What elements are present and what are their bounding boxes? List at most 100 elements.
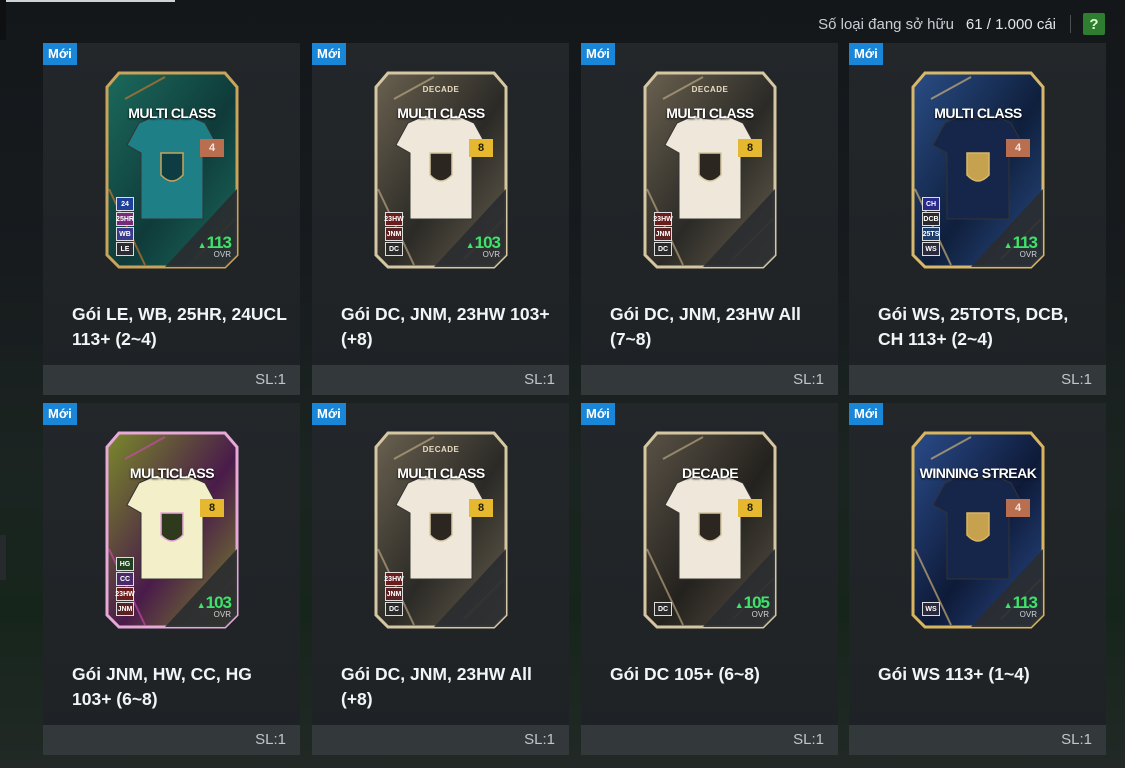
position-tag: LE <box>116 242 134 256</box>
position-tags: 23HW JNM DC <box>653 212 673 256</box>
pack-card[interactable]: DECADE MULTI CLASS 8 23HW JNM DC <box>374 429 508 629</box>
new-badge: Mới <box>849 403 883 425</box>
card-level: 4 <box>1006 139 1030 157</box>
quantity-label: SL:1 <box>255 731 286 748</box>
position-tag: DC <box>654 602 672 616</box>
pack-tile[interactable]: Mới MULTI CLASS 4 CH DCB 25TS WS ▲113 OVR <box>849 43 1106 395</box>
position-tag: 24 <box>116 197 134 211</box>
position-tag: 23HW <box>384 212 404 226</box>
quantity-label: SL:1 <box>524 371 555 388</box>
position-tag: CC <box>116 572 134 586</box>
left-edge-decoration <box>0 0 6 40</box>
position-tags: 24 25HR WB LE <box>116 197 134 256</box>
ovr-rating: ▲113 OVR <box>197 233 232 259</box>
card-title: MULTI CLASS <box>666 105 754 121</box>
top-scroll-indicator <box>0 0 175 2</box>
pack-tile[interactable]: Mới DECADE MULTI CLASS 8 23HW JNM DC Gói D… <box>312 403 569 755</box>
new-badge: Mới <box>43 43 77 65</box>
quantity-label: SL:1 <box>1061 731 1092 748</box>
pack-name: Gói DC, JNM, 23HW All (7~8) <box>610 304 801 349</box>
position-tag: CH <box>922 197 940 211</box>
position-tag: HG <box>116 557 134 571</box>
pack-card[interactable]: MULTI CLASS 4 CH DCB 25TS WS ▲113 OVR <box>911 69 1045 269</box>
card-subtitle: DECADE <box>691 85 729 94</box>
card-title: MULTI CLASS <box>397 105 485 121</box>
divider <box>1070 15 1071 33</box>
card-title: MULTI CLASS <box>128 105 216 121</box>
up-arrow-icon: ▲ <box>196 600 206 610</box>
quantity-label: SL:1 <box>524 731 555 748</box>
card-level: 8 <box>200 499 224 517</box>
pack-name: Gói DC, JNM, 23HW 103+ (+8) <box>341 304 550 349</box>
pack-name: Gói LE, WB, 25HR, 24UCL 113+ (2~4) <box>72 304 287 349</box>
pack-name: Gói DC 105+ (6~8) <box>610 664 760 684</box>
position-tag: DCB <box>922 212 940 226</box>
position-tag: WS <box>922 602 940 616</box>
pack-card[interactable]: DECADE MULTI CLASS 8 23HW JNM DC <box>643 69 777 269</box>
card-level: 8 <box>738 139 762 157</box>
card-level: 4 <box>200 139 224 157</box>
pack-tile[interactable]: Mới WINNING STREAK 4 WS ▲113 OVR Gói WS … <box>849 403 1106 755</box>
pack-card[interactable]: DECADE MULTI CLASS 8 23HW JNM DC ▲103 OVR <box>374 69 508 269</box>
position-tag: JNM <box>385 587 403 601</box>
ownership-bar: Số loại đang sở hữu 61 / 1.000 cái ? <box>818 12 1105 36</box>
new-badge: Mới <box>312 43 346 65</box>
pack-name: Gói WS, 25TOTS, DCB, CH 113+ (2~4) <box>878 304 1069 349</box>
pack-tile[interactable]: Mới DECADE 8 DC ▲105 OVR Gói DC 105+ (6~… <box>581 403 838 755</box>
new-badge: Mới <box>312 403 346 425</box>
position-tag: JNM <box>654 227 672 241</box>
position-tag: 23HW <box>653 212 673 226</box>
pack-tile[interactable]: Mới MULTICLASS 8 HGCC23HWJNM ▲103 OVR <box>43 403 300 755</box>
position-tags: WS <box>922 602 940 616</box>
card-title: MULTI CLASS <box>397 465 485 481</box>
pack-tile[interactable]: Mới DECADE MULTI CLASS 8 23HW JNM DC ▲103 … <box>312 43 569 395</box>
new-badge: Mới <box>43 403 77 425</box>
card-title: DECADE <box>681 465 739 481</box>
pack-name: Gói JNM, HW, CC, HG 103+ (6~8) <box>72 664 252 709</box>
ovr-rating: ▲105 OVR <box>735 593 770 619</box>
card-subtitle: DECADE <box>422 445 460 454</box>
position-tag: 25TS <box>922 227 940 241</box>
position-tags: 23HW JNM DC <box>384 572 404 616</box>
ownership-label: Số loại đang sở hữu <box>818 15 954 33</box>
pack-name: Gói DC, JNM, 23HW All (+8) <box>341 664 532 709</box>
position-tag: WB <box>116 227 134 241</box>
position-tag: JNM <box>116 602 134 616</box>
up-arrow-icon: ▲ <box>1003 600 1013 610</box>
card-level: 4 <box>1006 499 1030 517</box>
quantity-label: SL:1 <box>793 371 824 388</box>
quantity-label: SL:1 <box>793 731 824 748</box>
quantity-label: SL:1 <box>1061 371 1092 388</box>
position-tags: 23HW JNM DC <box>384 212 404 256</box>
pack-card[interactable]: MULTICLASS 8 HG CC 23HW JNM ▲103 OVR <box>105 429 239 629</box>
up-arrow-icon: ▲ <box>197 240 207 250</box>
position-tag: WS <box>922 242 940 256</box>
ovr-rating: ▲113 OVR <box>1004 233 1038 259</box>
position-tag: JNM <box>385 227 403 241</box>
position-tag: DC <box>385 602 403 616</box>
position-tag: DC <box>654 242 672 256</box>
pack-card[interactable]: DECADE 8 DC ▲105 OVR <box>643 429 777 629</box>
pack-card[interactable]: WINNING STREAK 4 WS ▲113 OVR <box>911 429 1045 629</box>
card-level: 8 <box>738 499 762 517</box>
ownership-count: 61 / 1.000 cái <box>965 15 1056 33</box>
help-button[interactable]: ? <box>1083 13 1105 35</box>
position-tags: DC <box>654 602 672 616</box>
ovr-rating: ▲103 OVR <box>466 233 501 259</box>
new-badge: Mới <box>849 43 883 65</box>
card-level: 8 <box>469 499 493 517</box>
position-tags: CH DCB 25TS WS <box>922 197 940 256</box>
left-edge-decoration <box>0 535 6 580</box>
card-title: MULTI CLASS <box>934 105 1022 121</box>
new-badge: Mới <box>581 403 615 425</box>
card-subtitle: DECADE <box>422 85 460 94</box>
pack-tile[interactable]: Mới MULTI CLASS 4 2425HRWBLE ▲113 OVR <box>43 43 300 395</box>
new-badge: Mới <box>581 43 615 65</box>
position-tag: 23HW <box>384 572 404 586</box>
ovr-rating: ▲113 OVR <box>1003 593 1038 619</box>
pack-tile[interactable]: Mới DECADE MULTI CLASS 8 23HW JNM DC Gói D… <box>581 43 838 395</box>
pack-card[interactable]: MULTI CLASS 4 24 25HR WB LE ▲113 OVR <box>105 69 239 269</box>
position-tag: 25HR <box>116 212 134 226</box>
pack-name: Gói WS 113+ (1~4) <box>878 664 1030 684</box>
ovr-rating: ▲103 OVR <box>196 593 232 619</box>
